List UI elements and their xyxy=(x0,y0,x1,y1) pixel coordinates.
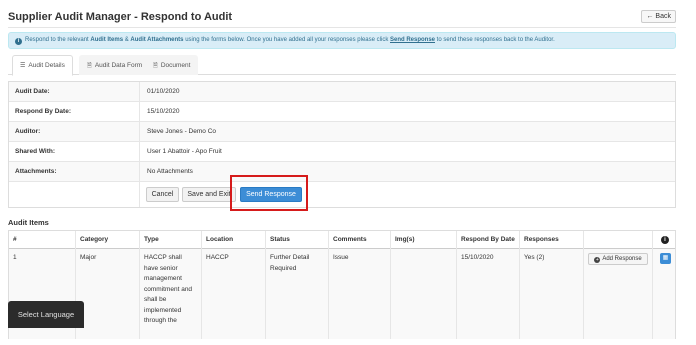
alert-text-1: Respond to the relevant xyxy=(25,37,91,43)
detail-label: Attachments: xyxy=(15,168,57,175)
document-icon: 🗎 xyxy=(153,63,158,69)
column-header-number: # xyxy=(13,236,17,243)
column-header-info: i xyxy=(652,231,677,249)
detail-row-shared-with: Shared With: User 1 Abattoir - Apo Fruit xyxy=(9,142,675,162)
info-alert: i Respond to the relevant Audit Items & A… xyxy=(8,32,676,49)
audit-items-table: # Category Type Location Status Comments… xyxy=(8,230,676,339)
tab-label: Audit Details xyxy=(28,62,65,69)
list-icon: ☰ xyxy=(20,63,26,69)
info-icon: i xyxy=(15,38,22,45)
detail-label: Shared With: xyxy=(15,148,56,155)
cell-location: HACCP xyxy=(201,249,265,339)
cell-actions: + Add Response xyxy=(583,249,652,339)
detail-value: 15/10/2020 xyxy=(139,102,180,121)
detail-label: Respond By Date: xyxy=(15,108,71,115)
detail-row-respond-by-date: Respond By Date: 15/10/2020 xyxy=(9,102,675,122)
cancel-button[interactable]: Cancel xyxy=(146,187,179,202)
detail-value: No Attachments xyxy=(139,162,193,181)
cell-type: HACCP shall have senior management commi… xyxy=(139,249,201,339)
tab-label: Document xyxy=(160,62,191,69)
table-header-row: # Category Type Location Status Comments… xyxy=(9,231,675,249)
column-header-status: Status xyxy=(265,231,328,249)
page-title: Supplier Audit Manager - Respond to Audi… xyxy=(8,11,233,23)
cell-category: Major xyxy=(75,249,139,339)
cell-status: Further Detail Required xyxy=(265,249,328,339)
column-header-location: Location xyxy=(201,231,265,249)
column-header-category: Category xyxy=(75,231,139,249)
action-button-row: Cancel Save and Exit Send Response xyxy=(9,182,675,207)
save-and-exit-button[interactable]: Save and Exit xyxy=(182,187,236,202)
table-row: 1 Major HACCP shall have senior manageme… xyxy=(9,249,675,339)
column-header-responses: Responses xyxy=(519,231,583,249)
plus-icon: + xyxy=(594,257,601,263)
select-language-button[interactable]: Select Language xyxy=(8,301,84,328)
details-icon: ▦ xyxy=(662,255,669,261)
tab-bar: ☰ Audit Details 🗎 Audit Data Form 🗎 Documen… xyxy=(8,55,676,76)
detail-label: Audit Date: xyxy=(15,88,50,95)
detail-row-audit-date: Audit Date: 01/10/2020 xyxy=(9,82,675,102)
column-header-respond-by-date: Respond By Date xyxy=(456,231,519,249)
column-header-images: Img(s) xyxy=(390,231,456,249)
cell-comments: Issue xyxy=(328,249,390,339)
audit-details-table: Audit Date: 01/10/2020 Respond By Date: … xyxy=(8,81,676,208)
detail-label: Auditor: xyxy=(15,128,41,135)
tab-label: Audit Data Form xyxy=(94,62,143,69)
info-icon: i xyxy=(661,236,669,244)
tab-audit-data-form[interactable]: 🗎 Audit Data Form xyxy=(79,55,151,75)
page-header: Supplier Audit Manager - Respond to Audi… xyxy=(8,8,676,28)
back-button[interactable]: ← Back xyxy=(641,10,676,23)
column-header-type: Type xyxy=(139,231,201,249)
cell-images xyxy=(390,249,456,339)
detail-row-auditor: Auditor: Steve Jones - Demo Co xyxy=(9,122,675,142)
alert-send-response-link[interactable]: Send Response xyxy=(390,37,435,43)
detail-value: Steve Jones - Demo Co xyxy=(139,122,216,141)
view-item-button[interactable]: ▦ xyxy=(660,253,671,264)
cell-responses: Yes (2) xyxy=(519,249,583,339)
detail-value: User 1 Abattoir - Apo Fruit xyxy=(139,142,222,161)
column-header-comments: Comments xyxy=(328,231,390,249)
send-response-highlight-box xyxy=(230,175,308,211)
alert-text-3: using the forms below. Once you have add… xyxy=(183,37,390,43)
alert-text-4: to send these responses back to the Audi… xyxy=(435,37,555,43)
add-response-button[interactable]: + Add Response xyxy=(588,253,648,265)
document-icon: 🗎 xyxy=(87,63,92,69)
cell-view: ▦ xyxy=(652,249,677,339)
column-header-actions xyxy=(583,231,652,249)
add-response-label: Add Response xyxy=(602,256,642,262)
detail-row-attachments: Attachments: No Attachments xyxy=(9,162,675,182)
tab-document[interactable]: 🗎 Document xyxy=(145,55,199,75)
cell-respond-by-date: 15/10/2020 xyxy=(456,249,519,339)
alert-bold-audit-attachments: Audit Attachments xyxy=(130,37,184,43)
action-button-cell: Cancel Save and Exit Send Response xyxy=(139,182,677,207)
alert-bold-audit-items: Audit Items xyxy=(90,37,124,43)
detail-value: 01/10/2020 xyxy=(139,82,180,101)
audit-items-title: Audit Items xyxy=(8,218,49,227)
tab-audit-details[interactable]: ☰ Audit Details xyxy=(12,55,73,76)
